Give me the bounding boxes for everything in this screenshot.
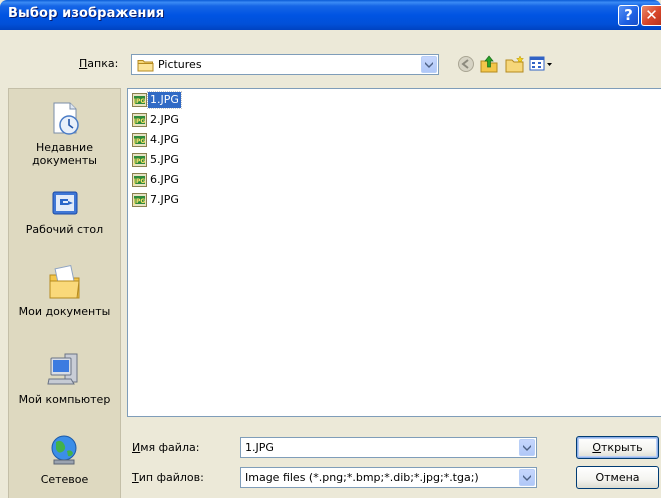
open-button[interactable]: Открыть: [576, 436, 659, 459]
place-label: Мой компьютер: [18, 393, 111, 406]
file-name: 6.JPG: [150, 173, 179, 186]
window-title: Выбор изображения: [8, 6, 165, 21]
cancel-button[interactable]: Отмена: [576, 466, 659, 489]
lookin-value: Pictures: [158, 58, 202, 71]
place-label: Рабочий стол: [25, 223, 104, 236]
back-icon[interactable]: [457, 55, 475, 73]
jpg-file-icon: JPG: [132, 153, 147, 167]
jpg-file-icon: JPG: [132, 113, 147, 127]
svg-text:JPG: JPG: [133, 158, 146, 165]
network-icon: [51, 435, 76, 465]
filename-value: 1.JPG: [245, 441, 274, 454]
new-folder-icon[interactable]: [505, 55, 527, 73]
jpg-file-icon: JPG: [132, 133, 147, 147]
file-name: 2.JPG: [150, 113, 179, 126]
svg-text:JPG: JPG: [133, 138, 146, 145]
folder-icon: [137, 60, 154, 72]
chevron-down-icon: [425, 62, 433, 68]
svg-text:JPG: JPG: [133, 98, 146, 105]
place-label: Недавние документы: [32, 141, 97, 167]
svg-text:JPG: JPG: [133, 118, 146, 125]
filetype-value: Image files (*.png;*.bmp;*.dib;*.jpg;*.t…: [245, 471, 479, 484]
filename-dropdown-arrow[interactable]: [519, 439, 535, 456]
place-my-documents[interactable]: Мои документы: [9, 261, 120, 318]
desktop-icon: [52, 191, 77, 215]
place-label: Сетевое: [40, 473, 89, 486]
place-my-computer[interactable]: Мой компьютер: [9, 351, 120, 406]
chevron-down-icon: [523, 445, 531, 451]
place-label: Мои документы: [18, 305, 111, 318]
help-icon: ?: [624, 6, 633, 24]
lookin-dropdown-arrow[interactable]: [421, 56, 437, 73]
my-documents-icon: [49, 264, 80, 299]
file-open-dialog: Выбор изображения ? ✕ Папка: Pictures Не…: [0, 0, 661, 498]
svg-text:JPG: JPG: [133, 178, 146, 185]
svg-text:JPG: JPG: [133, 198, 146, 205]
title-bar[interactable]: Выбор изображения ? ✕: [0, 0, 661, 30]
filename-label: Имя файла:: [132, 441, 200, 454]
filetype-label: Тип файлов:: [132, 471, 204, 484]
chevron-down-icon: [523, 475, 531, 481]
jpg-file-icon: JPG: [132, 173, 147, 187]
file-name: 1.JPG: [147, 91, 182, 109]
place-recent[interactable]: Недавние документы: [9, 101, 120, 167]
jpg-file-icon: JPG: [132, 93, 147, 107]
up-folder-icon[interactable]: [479, 55, 499, 73]
file-name: 7.JPG: [150, 193, 179, 206]
lookin-label: Папка:: [79, 57, 119, 70]
my-computer-icon: [46, 353, 77, 385]
recent-documents-icon: [53, 102, 79, 135]
view-menu-icon[interactable]: [529, 55, 553, 73]
close-icon: ✕: [645, 6, 658, 24]
filetype-select[interactable]: Image files (*.png;*.bmp;*.dib;*.jpg;*.t…: [240, 467, 537, 488]
filename-input[interactable]: 1.JPG: [240, 437, 537, 458]
place-network[interactable]: Сетевое: [9, 433, 120, 486]
help-button[interactable]: ?: [618, 5, 639, 26]
places-bar: Недавние документы Рабочий стол Мои доку…: [8, 88, 121, 498]
place-desktop[interactable]: Рабочий стол: [9, 189, 120, 236]
filetype-dropdown-arrow[interactable]: [519, 469, 535, 486]
file-name: 4.JPG: [150, 133, 179, 146]
file-name: 5.JPG: [150, 153, 179, 166]
lookin-combo[interactable]: Pictures: [131, 54, 439, 75]
close-button[interactable]: ✕: [641, 5, 661, 26]
file-list[interactable]: JPG 1.JPG JPG 2.JPG JPG 4.JPG JPG 5.JPG …: [127, 88, 661, 417]
jpg-file-icon: JPG: [132, 193, 147, 207]
